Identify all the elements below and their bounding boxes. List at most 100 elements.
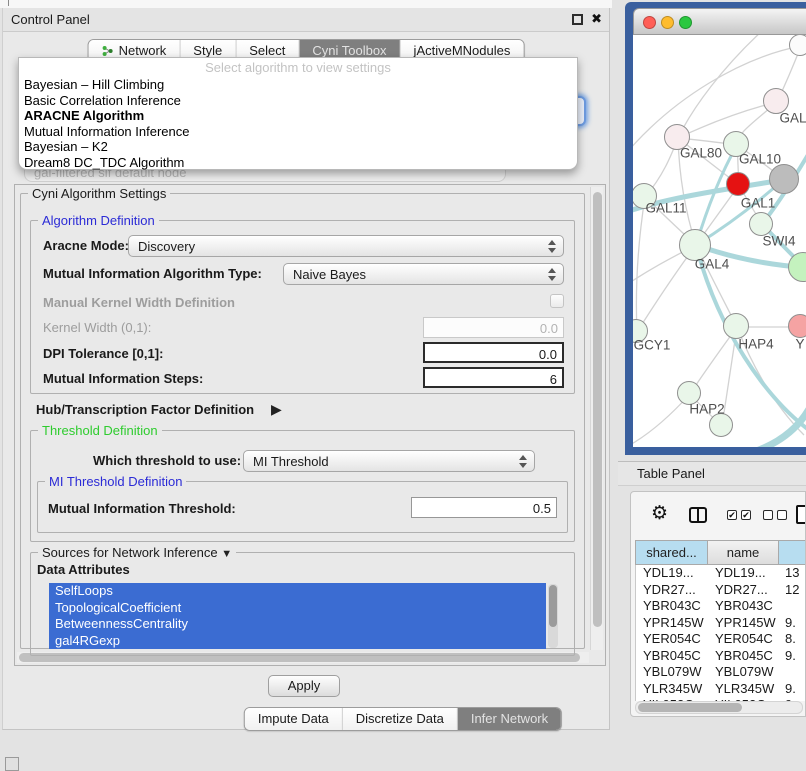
node-label: GAL10 [739,152,781,167]
dpi-tolerance-field[interactable]: 0.0 [423,342,564,363]
table-row[interactable]: YBR043C YBR043C [636,598,805,615]
table-row[interactable]: YLR345W YLR345W 9. [636,681,805,698]
node-label: GAL1 [741,196,776,211]
cell[interactable]: YDR27... [643,582,696,599]
close-panel-icon[interactable]: ✖ [591,11,602,27]
kernel-width-field[interactable]: 0.0 [423,317,564,338]
mi-threshold-label: Mutual Information Threshold: [48,501,236,516]
tab-label: jActiveMNodules [414,43,511,58]
collapsed-arrow-icon[interactable]: ▶ [271,401,282,418]
cell[interactable]: 13 [785,565,799,582]
cell[interactable]: 12 [785,582,799,599]
table-row[interactable]: YDR27... YDR27... 12 [636,582,805,599]
mi-threshold-field[interactable]: 0.5 [411,497,557,518]
cell[interactable]: YBL079W [715,664,774,681]
network-node[interactable] [709,413,733,437]
mi-steps-field[interactable]: 6 [423,367,564,388]
cell[interactable]: YPR145W [715,615,776,632]
algorithm-definition-group: Algorithm Definition Aracne Mode: Discov… [30,220,575,394]
control-panel-titlebar: Control Panel ✖ [3,8,609,32]
gear-icon[interactable]: ⚙ [651,502,668,525]
cell[interactable]: 8. [785,631,796,648]
algorithm-option[interactable]: Mutual Information Inference [19,124,577,140]
cell[interactable]: YLR345W [715,681,774,698]
network-canvas[interactable]: GAL80 GAL10 GAL1 GAL GAL11 SWI4 GAL4 GCY… [633,35,806,447]
attribute-item[interactable]: BetweennessCentrality [49,616,546,633]
scrollbar-thumb[interactable] [549,585,557,627]
cell[interactable]: 9. [785,681,796,698]
network-node-gal1[interactable] [726,172,750,196]
table-row[interactable]: YDL19... YDL19... 13 [636,565,805,582]
attribute-item[interactable]: gal4RGexp [49,633,546,650]
network-node-y[interactable] [788,314,806,338]
cell[interactable]: YBL079W [643,664,702,681]
control-panel-title: Control Panel [11,12,90,27]
table-row[interactable]: YER054C YER054C 8. [636,631,805,648]
node-label: GAL [779,111,806,126]
cell[interactable]: YPR145W [643,615,704,632]
minimized-panel-icon[interactable] [5,757,19,771]
algorithm-option[interactable]: Bayesian – Hill Climbing [19,77,577,93]
cell[interactable]: YER054C [643,631,701,648]
cell[interactable]: YBR045C [643,648,701,665]
top-strip-artifact [8,0,9,6]
cell[interactable]: YDL19... [643,565,694,582]
cell[interactable]: YER054C [715,631,773,648]
network-node-hap4[interactable] [723,313,749,339]
window-minimize-button[interactable] [661,16,674,29]
algorithm-option[interactable]: Bayesian – K2 [19,139,577,155]
column-header-partial[interactable] [779,540,806,565]
tab-impute-data[interactable]: Impute Data [245,708,343,730]
network-window-titlebar[interactable] [633,8,806,35]
cell[interactable]: YBR043C [643,598,701,615]
mi-algorithm-type-combo[interactable]: Naive Bayes [283,263,564,285]
unchecked-checkbox-icon[interactable] [763,510,773,520]
column-header-name[interactable]: name [708,540,779,565]
tab-discretize-data[interactable]: Discretize Data [343,708,458,730]
cell[interactable]: YDL19... [715,565,766,582]
network-node[interactable] [789,35,806,56]
window-close-button[interactable] [643,16,656,29]
algorithm-option[interactable]: Basic Correlation Inference [19,93,577,109]
list-scrollbar[interactable] [548,584,558,648]
table-row[interactable]: YPR145W YPR145W 9. [636,615,805,632]
column-header-shared-name[interactable]: shared... [635,540,708,565]
combo-arrows-icon [519,455,527,468]
which-threshold-combo[interactable]: MI Threshold [243,450,535,472]
cell[interactable]: YLR345W [643,681,702,698]
unchecked-checkbox-icon[interactable] [777,510,787,520]
cell[interactable]: 9. [785,615,796,632]
aracne-mode-combo[interactable]: Discovery [128,235,564,257]
cell[interactable]: 9. [785,648,796,665]
float-panel-icon[interactable] [572,14,583,25]
settings-vertical-scrollbar[interactable] [590,187,603,650]
manual-kernel-checkbox[interactable] [550,294,564,308]
cell[interactable]: YBR045C [715,648,773,665]
cyni-settings-panel: Cyni Algorithm Settings Algorithm Defini… [14,184,606,666]
document-icon[interactable] [796,505,806,524]
window-zoom-button[interactable] [679,16,692,29]
apply-button[interactable]: Apply [268,675,340,697]
attribute-item[interactable]: SelfLoops [49,583,546,600]
cell[interactable]: YBR043C [715,598,773,615]
split-columns-icon[interactable] [689,507,707,523]
attribute-item[interactable]: TopologicalCoefficient [49,600,546,617]
scrollbar-thumb[interactable] [638,703,742,712]
network-node-swi4[interactable] [749,212,773,236]
scrollbar-thumb[interactable] [593,192,602,627]
table-row[interactable]: YBR045C YBR045C 9. [636,648,805,665]
hub-section-toggle[interactable]: Hub/Transcription Factor Definition [36,402,254,417]
algorithm-option[interactable]: Dream8 DC_TDC Algorithm [19,155,577,171]
node-label: GAL4 [695,257,730,272]
checked-checkbox-icon[interactable]: ✔ [727,510,737,520]
sources-title: Sources for Network Inference [42,545,218,560]
table-row[interactable]: YBL079W YBL079W [636,664,805,681]
expanded-arrow-icon[interactable]: ▼ [221,548,232,560]
table-horizontal-scrollbar[interactable] [635,701,803,714]
network-node[interactable] [769,164,799,194]
algorithm-option-selected[interactable]: ARACNE Algorithm [19,108,577,124]
cell[interactable]: YDR27... [715,582,768,599]
tab-infer-network[interactable]: Infer Network [458,708,561,730]
node-label: SWI4 [762,234,795,249]
checked-checkbox-icon[interactable]: ✔ [741,510,751,520]
